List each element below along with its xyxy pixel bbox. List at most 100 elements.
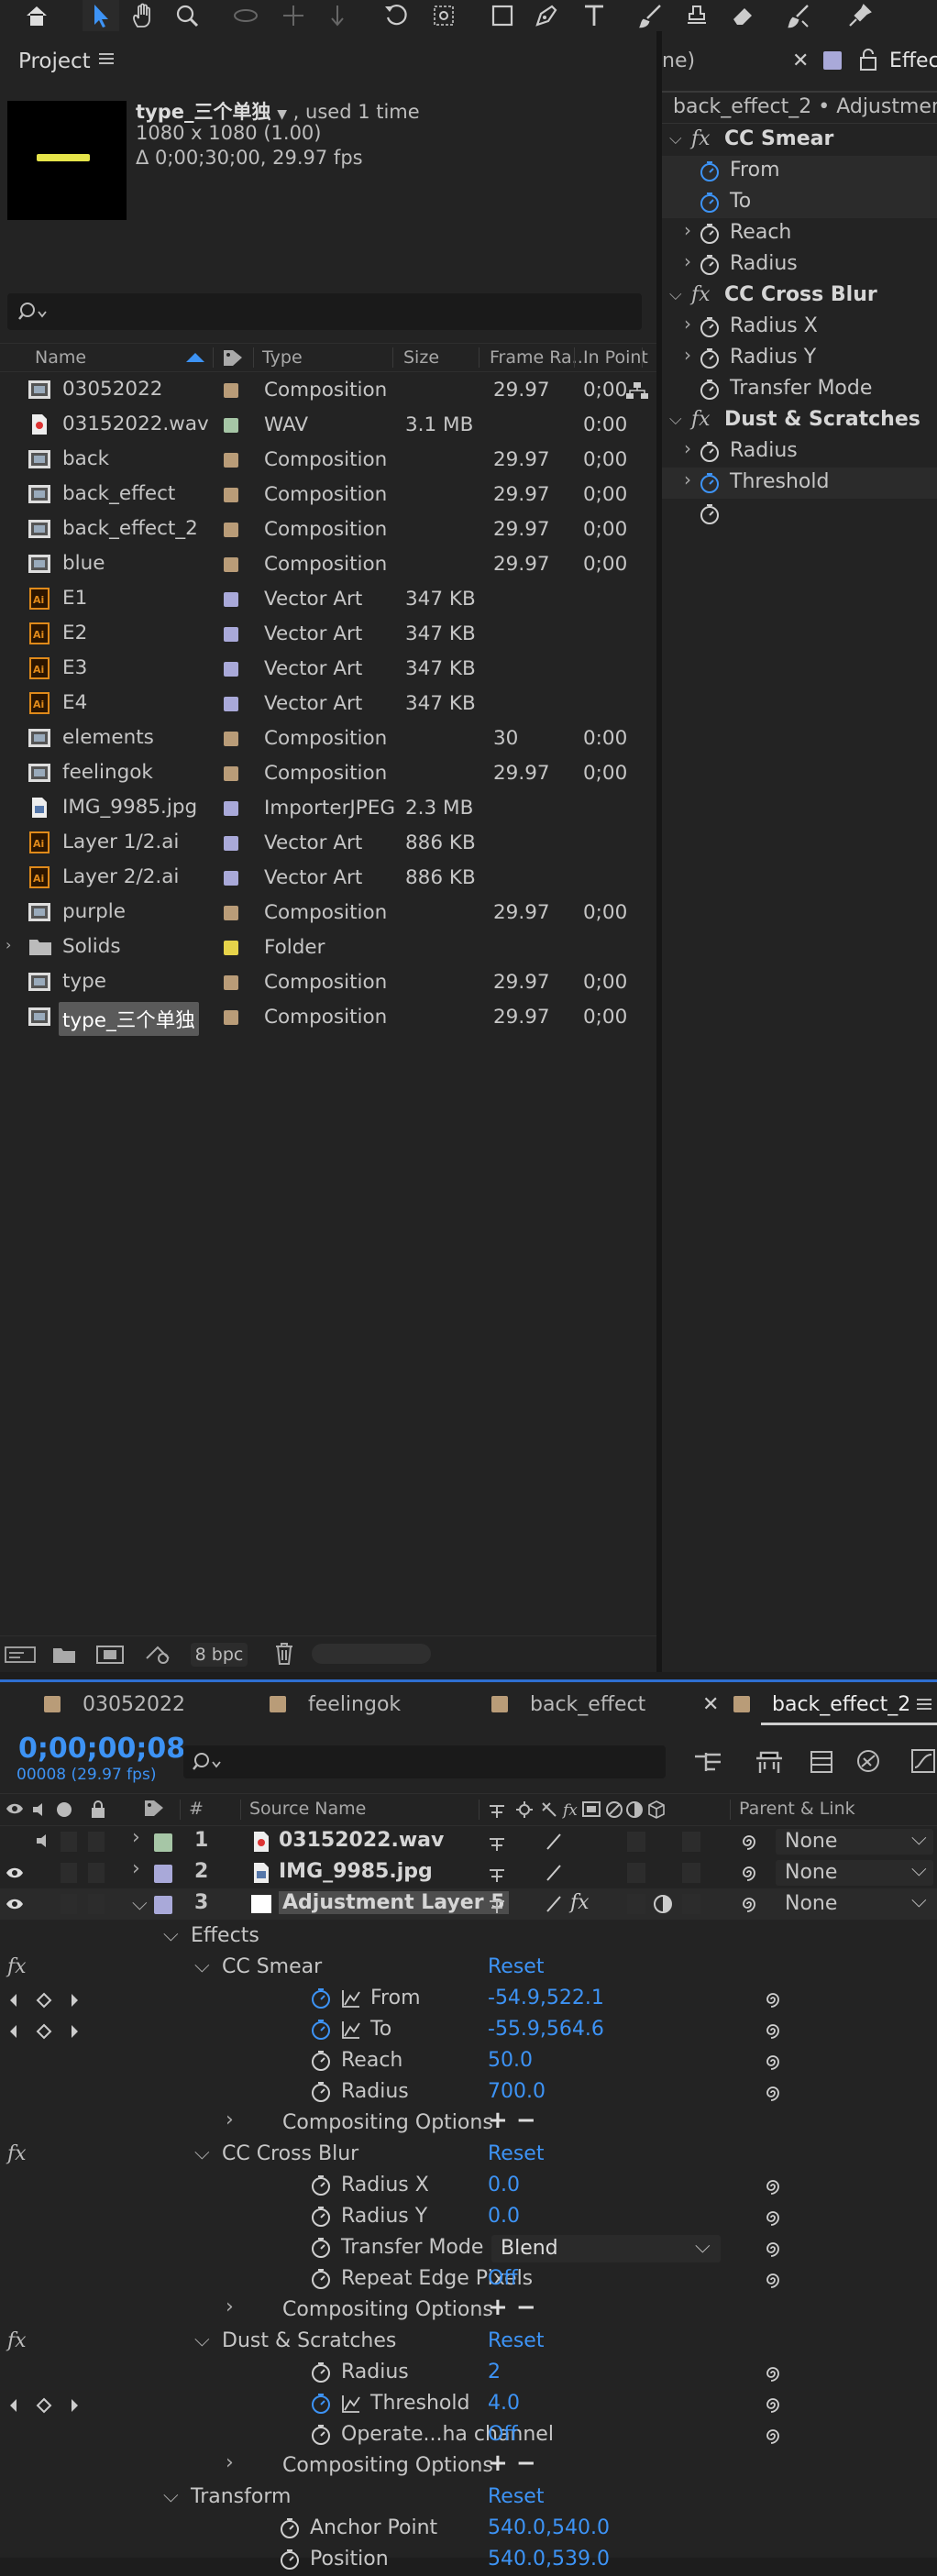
project-item-row[interactable]: Ai Layer 1/2.ai Vector Art 886 KB — [0, 825, 656, 860]
fx-icon[interactable]: fx — [7, 1955, 27, 1978]
audio-toggle-icon[interactable] — [35, 1833, 53, 1849]
property-value[interactable]: Reset — [488, 2142, 544, 2165]
selection-tool-icon[interactable] — [83, 0, 119, 31]
expression-pick-whip-icon[interactable] — [763, 2052, 783, 2072]
expression-pick-whip-icon[interactable] — [763, 2020, 783, 2041]
property-row[interactable]: Position 540.0,539.0 — [0, 2545, 937, 2576]
effect-property[interactable]: From — [662, 156, 937, 187]
project-item-row[interactable]: feelingok Composition 29.97 0;00 — [0, 755, 656, 790]
project-item-row[interactable]: Ai E1 Vector Art 347 KB — [0, 581, 656, 616]
property-value[interactable]: 2 — [488, 2361, 501, 2383]
property-value[interactable]: Off — [488, 2267, 517, 2290]
property-value[interactable]: Reset — [488, 2329, 544, 2352]
interpret-footage-icon[interactable] — [4, 1644, 37, 1666]
property-value[interactable]: -54.9,522.1 — [488, 1987, 604, 2009]
stopwatch-icon[interactable] — [310, 2361, 332, 2384]
quality-switch-icon[interactable] — [545, 1895, 563, 1913]
visibility-eye-icon[interactable] — [6, 1897, 24, 1911]
stopwatch-icon[interactable] — [279, 2548, 301, 2571]
stopwatch-icon[interactable] — [279, 2516, 301, 2540]
property-value[interactable]: + − — [488, 2449, 536, 2477]
chevron-right-icon[interactable]: › — [684, 219, 691, 241]
quality-switch-icon[interactable] — [545, 1864, 563, 1882]
lock-box[interactable] — [88, 1863, 105, 1883]
chevron-right-icon[interactable]: › — [226, 2295, 234, 2318]
property-row[interactable]: Reach 50.0 — [0, 2046, 937, 2077]
col-size[interactable]: Size — [403, 347, 439, 368]
stopwatch-icon[interactable] — [699, 471, 721, 495]
label-swatch[interactable] — [224, 592, 238, 607]
motion-blur-box[interactable] — [627, 1863, 645, 1883]
stopwatch-icon[interactable] — [310, 2267, 332, 2291]
transfer-mode-dropdown[interactable]: Blend ⌵ — [491, 2235, 721, 2262]
graph-icon[interactable] — [341, 2394, 361, 2414]
home-icon[interactable] — [18, 0, 55, 31]
video-switch-header-icon[interactable] — [6, 1801, 24, 1816]
project-item-row[interactable]: back_effect_2 Composition 29.97 0;00 — [0, 512, 656, 546]
switch-box[interactable] — [682, 1894, 700, 1914]
chevron-right-icon[interactable]: › — [684, 313, 691, 335]
stopwatch-icon[interactable] — [310, 1987, 332, 2010]
effect-property[interactable]: To — [662, 187, 937, 218]
tab-back-effect-2[interactable]: back_effect_2 — [772, 1693, 910, 1716]
col-source-name[interactable]: Source Name — [249, 1799, 366, 1819]
property-value[interactable]: Off — [488, 2423, 517, 2446]
stopwatch-icon[interactable] — [310, 2174, 332, 2197]
project-item-row[interactable]: Ai E4 Vector Art 347 KB — [0, 686, 656, 721]
solo-box[interactable] — [61, 1894, 77, 1914]
hand-tool-icon[interactable] — [125, 0, 161, 31]
project-item-row[interactable]: 03152022.wav WAV 3.1 MB 0:00 — [0, 407, 656, 442]
chevron-down-icon[interactable]: ⌵ — [163, 2484, 179, 2507]
project-settings-icon[interactable] — [143, 1644, 174, 1666]
chevron-right-icon[interactable]: › — [684, 250, 691, 272]
expression-pick-whip-icon[interactable] — [763, 2207, 783, 2228]
property-row[interactable]: fx ⌵ CC Smear Reset — [0, 1953, 937, 1984]
fx-icon[interactable]: fx — [691, 408, 711, 431]
property-value[interactable]: + − — [488, 2107, 536, 2134]
panel-menu-icon[interactable] — [915, 1695, 933, 1713]
pan-camera-icon[interactable] — [275, 0, 312, 31]
property-row[interactable]: › Compositing Options + − — [0, 2294, 937, 2327]
chevron-down-icon[interactable]: ⌵ — [132, 1892, 148, 1915]
property-value[interactable]: 0.0 — [488, 2174, 520, 2196]
property-row[interactable]: Radius Y 0.0 — [0, 2202, 937, 2233]
project-item-row[interactable]: back_effect Composition 29.97 0;00 — [0, 477, 656, 512]
chevron-right-icon[interactable]: › — [684, 437, 691, 459]
anchor-point-tool-icon[interactable] — [425, 0, 462, 31]
property-row[interactable]: › Compositing Options + − — [0, 2449, 937, 2482]
fx-switch-icon[interactable]: fx — [570, 1891, 590, 1914]
chevron-down-icon[interactable]: ⌵ — [163, 1923, 179, 1946]
shy-switch-icon[interactable] — [488, 1833, 506, 1853]
keyframe-navigator-icon[interactable] — [7, 2396, 81, 2415]
lock-icon[interactable] — [858, 48, 878, 72]
col-name[interactable]: Name — [35, 347, 86, 368]
new-composition-icon[interactable] — [95, 1644, 125, 1666]
dolly-camera-icon[interactable] — [319, 0, 356, 31]
col-in-point[interactable]: In Point — [583, 347, 648, 368]
project-item-row[interactable]: Ai E2 Vector Art 347 KB — [0, 616, 656, 651]
label-swatch[interactable] — [224, 1010, 238, 1025]
graph-icon[interactable] — [341, 1988, 361, 2009]
label-swatch[interactable] — [224, 662, 238, 677]
stopwatch-icon[interactable] — [310, 2080, 332, 2104]
effect-group[interactable]: ⌵ fx Dust & Scratches — [662, 405, 937, 436]
property-row[interactable]: Transfer Mode Blend ⌵ — [0, 2233, 937, 2264]
effect-group[interactable]: ⌵ fx CC Cross Blur — [662, 281, 937, 312]
stopwatch-icon[interactable] — [699, 222, 721, 246]
lock-box[interactable] — [88, 1894, 105, 1914]
project-search-input[interactable] — [7, 293, 642, 330]
brush-tool-icon[interactable] — [633, 0, 669, 31]
frame-blending-icon[interactable] — [854, 1747, 882, 1775]
label-swatch[interactable] — [224, 732, 238, 746]
new-folder-icon[interactable] — [51, 1644, 77, 1666]
effect-controls-tab-label[interactable]: Effec — [889, 50, 937, 72]
parent-dropdown[interactable]: None ⌵ — [776, 1858, 933, 1886]
fx-icon[interactable]: fx — [7, 2329, 27, 2352]
property-row[interactable]: ⌵ Transform Reset — [0, 2482, 937, 2514]
chevron-right-icon[interactable]: › — [226, 2451, 234, 2474]
project-item-row[interactable]: › Solids Folder — [0, 930, 656, 964]
trash-icon[interactable] — [273, 1642, 295, 1666]
label-swatch[interactable] — [224, 871, 238, 886]
label-swatch[interactable] — [224, 766, 238, 781]
property-row[interactable]: Radius X 0.0 — [0, 2171, 937, 2202]
